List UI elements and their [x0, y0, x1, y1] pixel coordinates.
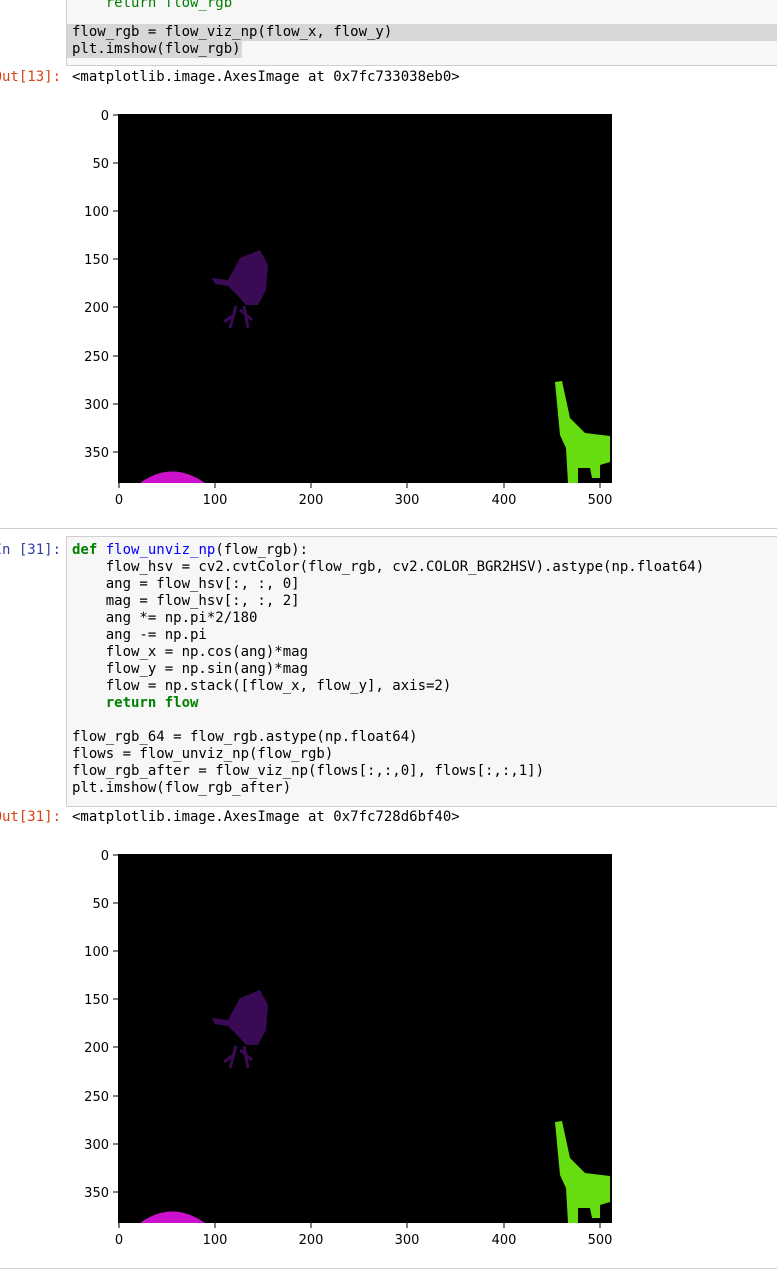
code-line: return flow_rgb [72, 0, 233, 11]
x-tick-label: 500 [588, 1233, 613, 1248]
x-tick-label: 500 [588, 493, 613, 508]
y-axis: 0 50 100 150 200 250 300 350 [84, 109, 118, 461]
image-canvas [118, 854, 612, 1223]
code-line: flow = np.stack([flow_x, flow_y], axis=2… [72, 678, 452, 694]
y-tick-label: 50 [92, 897, 109, 912]
cell-separator [0, 528, 777, 529]
input-prompt: In [31]: [0, 542, 61, 558]
code-line: plt.imshow(flow_rgb_after) [72, 780, 292, 796]
y-tick-label: 100 [84, 945, 109, 960]
y-tick-label: 50 [92, 157, 109, 172]
y-tick-label: 250 [84, 350, 109, 365]
output-prompt: Out[13]: [0, 69, 61, 85]
x-tick-label: 200 [299, 1233, 324, 1248]
y-axis: 0 50 100 150 200 250 300 350 [84, 849, 118, 1201]
code-line: flow_rgb_after = flow_viz_np(flows[:,:,0… [72, 763, 545, 779]
output-prompt: Out[31]: [0, 809, 61, 825]
code-line: flow_x = np.cos(ang)*mag [72, 644, 309, 660]
code-line: flow_rgb_64 = flow_rgb.astype(np.float64… [72, 729, 418, 745]
code-line: flow_hsv = cv2.cvtColor(flow_rgb, cv2.CO… [72, 559, 705, 575]
y-tick-label: 300 [84, 1138, 109, 1153]
y-tick-label: 350 [84, 1186, 109, 1201]
image-canvas [118, 114, 612, 483]
code-line: ang -= np.pi [72, 627, 207, 643]
code-line: ang = flow_hsv[:, :, 0] [72, 576, 300, 592]
x-tick-label: 400 [492, 1233, 517, 1248]
x-tick-label: 0 [115, 493, 123, 508]
x-tick-label: 0 [115, 1233, 123, 1248]
y-tick-label: 100 [84, 205, 109, 220]
code-line: mag = flow_hsv[:, :, 2] [72, 593, 300, 609]
code-line: plt.imshow(flow_rgb) [67, 41, 242, 58]
x-tick-label: 300 [395, 1233, 420, 1248]
x-tick-label: 100 [203, 493, 228, 508]
plot-svg: 0 100 200 300 400 500 0 50 100 150 200 2… [84, 109, 613, 508]
x-tick-label: 300 [395, 493, 420, 508]
image-plot: 0 100 200 300 400 500 0 50 100 150 200 2… [60, 840, 640, 1260]
code-line: def flow_unviz_np(flow_rgb): [72, 542, 309, 558]
code-cell-13[interactable]: return flow_rgb flow_rgb = flow_viz_np(f… [66, 0, 777, 66]
x-tick-label: 100 [203, 1233, 228, 1248]
y-tick-label: 0 [101, 109, 109, 124]
y-tick-label: 350 [84, 446, 109, 461]
x-axis: 0 100 200 300 400 500 [115, 483, 613, 508]
x-axis: 0 100 200 300 400 500 [115, 1223, 613, 1248]
code-line: flow_rgb = flow_viz_np(flow_x, flow_y) [67, 24, 777, 41]
image-plot: 0 100 200 300 400 500 0 50 100 150 200 2… [60, 100, 640, 520]
y-tick-label: 150 [84, 993, 109, 1008]
y-tick-label: 250 [84, 1090, 109, 1105]
plot-svg: 0 100 200 300 400 500 0 50 100 150 200 2… [84, 849, 613, 1248]
code-line: ang *= np.pi*2/180 [72, 610, 258, 626]
output-text: <matplotlib.image.AxesImage at 0x7fc728d… [72, 809, 460, 825]
x-tick-label: 200 [299, 493, 324, 508]
code-line: flows = flow_unviz_np(flow_rgb) [72, 746, 334, 762]
y-tick-label: 200 [84, 1041, 109, 1056]
y-tick-label: 0 [101, 849, 109, 864]
code-line: flow_y = np.sin(ang)*mag [72, 661, 309, 677]
y-tick-label: 150 [84, 253, 109, 268]
code-line: return flow [72, 695, 199, 711]
output-text: <matplotlib.image.AxesImage at 0x7fc7330… [72, 69, 460, 85]
x-tick-label: 400 [492, 493, 517, 508]
y-tick-label: 300 [84, 398, 109, 413]
cell-separator [0, 1268, 777, 1269]
code-cell-31[interactable]: def flow_unviz_np(flow_rgb): flow_hsv = … [66, 536, 777, 807]
y-tick-label: 200 [84, 301, 109, 316]
